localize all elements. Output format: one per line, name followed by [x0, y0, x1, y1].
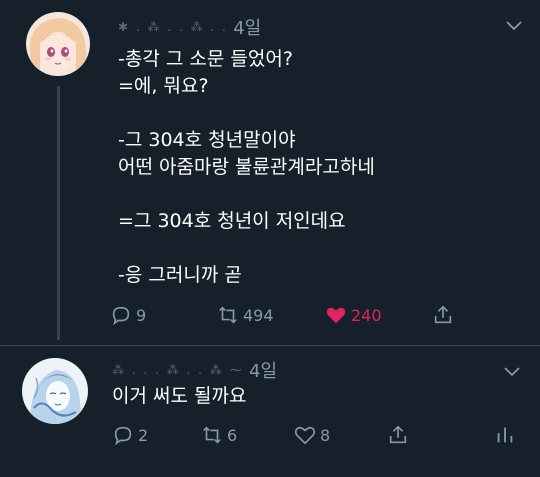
tweet-text-line: 어떤 아줌마랑 불륜관계라고하네: [118, 156, 375, 178]
reply-icon: [114, 426, 132, 446]
reply-tweet-avatar[interactable]: [22, 358, 88, 424]
retweet-icon: [219, 306, 237, 324]
like-button[interactable]: 8: [294, 423, 330, 447]
sketch-avatar-image: [22, 358, 88, 424]
analytics-button[interactable]: [494, 423, 516, 447]
share-icon: [434, 305, 452, 324]
share-button[interactable]: [387, 423, 409, 447]
thread-connector-line: [57, 86, 60, 340]
tweet-text-line: -총각 그 소문 들었어?: [118, 48, 293, 70]
tweet-text-line: =에, 뭐요?: [118, 75, 209, 97]
blurred-author-name[interactable]: ✱ . ⁂ . . ⁂ . .: [118, 20, 228, 34]
like-count: 8: [320, 425, 331, 445]
tweet-timestamp[interactable]: 4일: [249, 361, 277, 382]
tweet-text-line: -응 그러니까 곧: [118, 264, 242, 286]
reply-tweet-text: 이거 써도 될까요: [112, 385, 247, 407]
tweet-text-line: [118, 100, 375, 127]
main-tweet-avatar[interactable]: [26, 12, 90, 76]
share-button[interactable]: [432, 303, 454, 327]
tweet-timestamp[interactable]: 4일: [233, 18, 261, 39]
like-button[interactable]: 240: [325, 303, 382, 327]
reply-icon: [112, 306, 130, 326]
retweet-icon: [203, 426, 221, 444]
tweet-text-line: -그 304호 청년말이야: [118, 129, 296, 151]
like-icon: [294, 426, 316, 445]
tweet-text-line: [118, 235, 375, 262]
reply-button[interactable]: 2: [112, 423, 148, 447]
retweet-button[interactable]: 494: [217, 303, 274, 327]
chevron-down-icon[interactable]: [502, 14, 526, 38]
like-icon: [326, 307, 346, 324]
blurred-author-name[interactable]: ⁂ . . . ⁂ . . ⁂ ⁓: [112, 363, 244, 377]
reply-count: 2: [138, 425, 149, 445]
retweet-button[interactable]: 6: [201, 423, 237, 447]
tweet-text-line: =그 304호 청년이 저인데요: [118, 210, 346, 232]
reply-count: 9: [136, 305, 147, 325]
reply-tweet-header: ⁂ . . . ⁂ . . ⁂ ⁓ 4일: [112, 357, 277, 382]
main-tweet-text: -총각 그 소문 들었어? =에, 뭐요? -그 304호 청년말이야 어떤 아…: [118, 46, 375, 289]
retweet-count: 494: [243, 305, 274, 325]
analytics-icon: [497, 427, 513, 443]
chevron-down-icon[interactable]: [500, 360, 524, 384]
tweet-text-line: [118, 181, 375, 208]
anime-girl-avatar-image: [26, 12, 90, 76]
reply-button[interactable]: 9: [110, 303, 146, 327]
like-count: 240: [351, 305, 382, 325]
main-tweet-header: ✱ . ⁂ . . ⁂ . . 4일: [118, 14, 261, 39]
share-icon: [389, 425, 407, 444]
retweet-count: 6: [227, 425, 238, 445]
